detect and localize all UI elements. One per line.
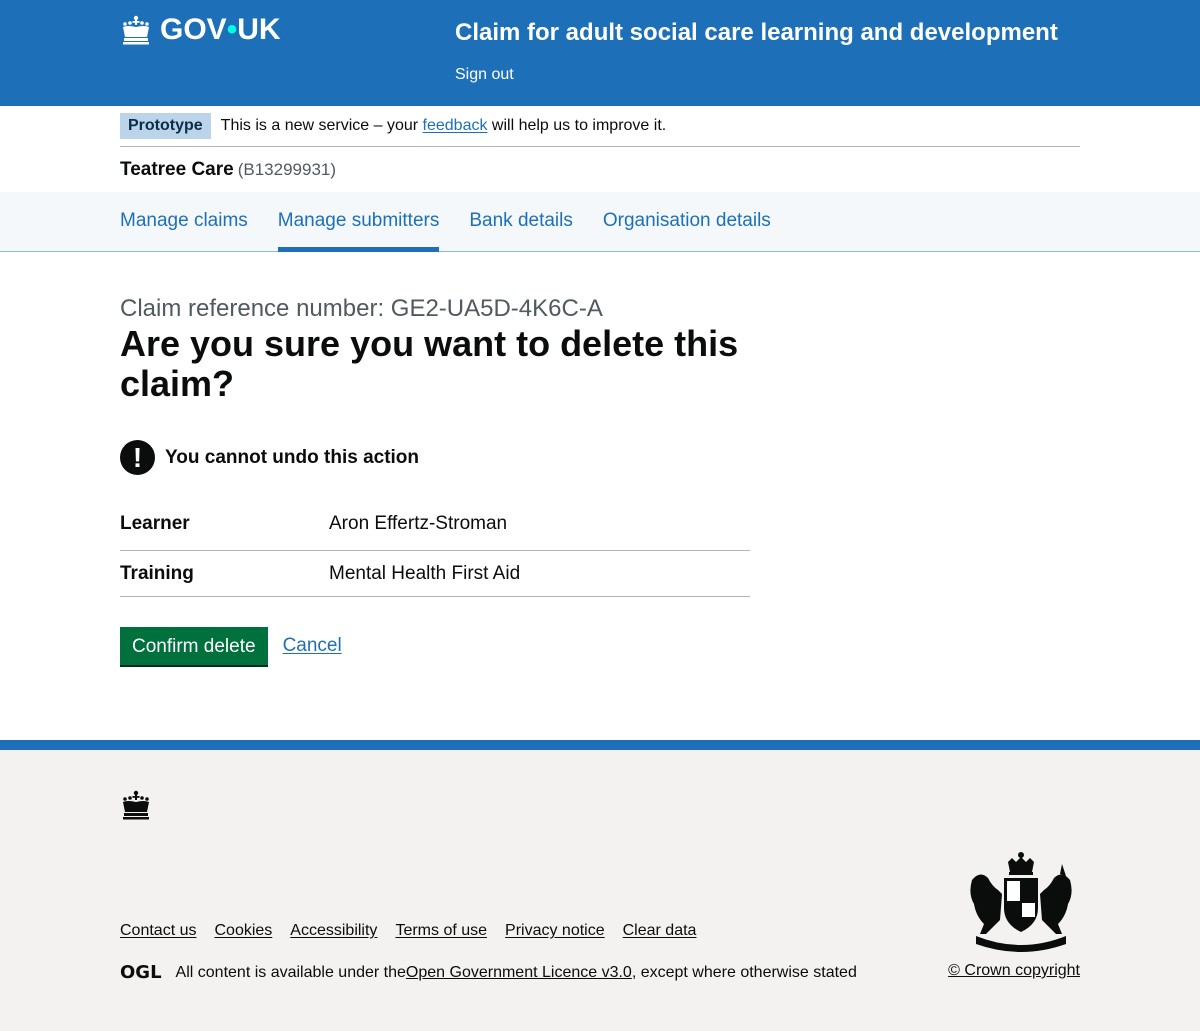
summary-value: Aron Effertz-Stroman: [329, 513, 508, 534]
crown-icon: [123, 790, 149, 820]
open-government-licence-link[interactable]: Open Government Licence v3.0: [406, 964, 632, 982]
footer-link-contact-us[interactable]: Contact us: [120, 922, 196, 940]
warning-text: You cannot undo this action: [165, 446, 420, 468]
page-title: Are you sure you want to delete this cla…: [120, 323, 739, 404]
footer-link-terms-of-use[interactable]: Terms of use: [395, 922, 487, 940]
site-footer: Contact us Cookies Accessibility Terms o…: [0, 740, 1200, 1031]
summary-key: Training: [120, 562, 194, 584]
nav-manage-submitters[interactable]: Manage submitters: [277, 192, 439, 252]
logo-text-gov: GOV: [160, 13, 227, 46]
feedback-link[interactable]: feedback: [423, 117, 488, 134]
footer-link-accessibility[interactable]: Accessibility: [290, 922, 377, 940]
nav-bank-details[interactable]: Bank details: [469, 192, 573, 251]
govuk-logo-link[interactable]: GOV•UK: [120, 12, 281, 48]
service-name-link[interactable]: Claim for adult social care learning and…: [455, 18, 1058, 48]
phase-banner: Prototype This is a new service – your f…: [120, 106, 1080, 147]
button-group: Confirm delete Cancel: [120, 627, 1080, 665]
logo-text-uk: UK: [237, 13, 281, 46]
sub-navigation: Manage claims Manage submitters Bank det…: [0, 192, 1200, 252]
licence-statement: OGL All content is available under the O…: [120, 962, 857, 983]
crown-copyright-link[interactable]: © Crown copyright: [948, 962, 1080, 980]
footer-link-privacy-notice[interactable]: Privacy notice: [505, 922, 605, 940]
organisation-name: Teatree Care: [120, 158, 234, 180]
claim-reference-caption: Claim reference number: GE2-UA5D-4K6C-A: [120, 295, 603, 322]
summary-key: Learner: [120, 513, 190, 534]
cancel-link[interactable]: Cancel: [283, 635, 342, 657]
nav-manage-claims[interactable]: Manage claims: [120, 192, 248, 251]
footer-links: Contact us Cookies Accessibility Terms o…: [120, 922, 714, 940]
summary-row-training: Training Mental Health First Aid: [120, 551, 750, 597]
royal-coat-of-arms-icon: [970, 852, 1072, 952]
nav-organisation-details[interactable]: Organisation details: [603, 192, 771, 251]
main-content: Claim reference number: GE2-UA5D-4K6C-A …: [0, 252, 1200, 740]
footer-link-clear-data[interactable]: Clear data: [623, 922, 697, 940]
footer-link-cookies[interactable]: Cookies: [214, 922, 272, 940]
summary-list: Learner Aron Effertz-Stroman Training Me…: [120, 513, 750, 597]
crown-icon: [123, 15, 149, 45]
summary-row-learner: Learner Aron Effertz-Stroman: [120, 513, 750, 551]
phase-banner-text: This is a new service – your feedback wi…: [220, 117, 667, 134]
organisation-header: Teatree Care (B13299931): [120, 147, 1080, 192]
warning-icon: !: [120, 440, 155, 475]
sign-out-link[interactable]: Sign out: [455, 65, 514, 85]
warning-text-block: ! You cannot undo this action: [120, 440, 1080, 475]
confirm-delete-button[interactable]: Confirm delete: [120, 627, 268, 665]
organisation-reference: (B13299931): [237, 159, 337, 179]
summary-value: Mental Health First Aid: [329, 562, 521, 584]
ogl-logo-icon: OGL: [120, 962, 162, 983]
phase-tag: Prototype: [120, 113, 211, 139]
site-header: GOV•UK Claim for adult social care learn…: [0, 0, 1200, 106]
logo-dot: •: [226, 13, 238, 46]
